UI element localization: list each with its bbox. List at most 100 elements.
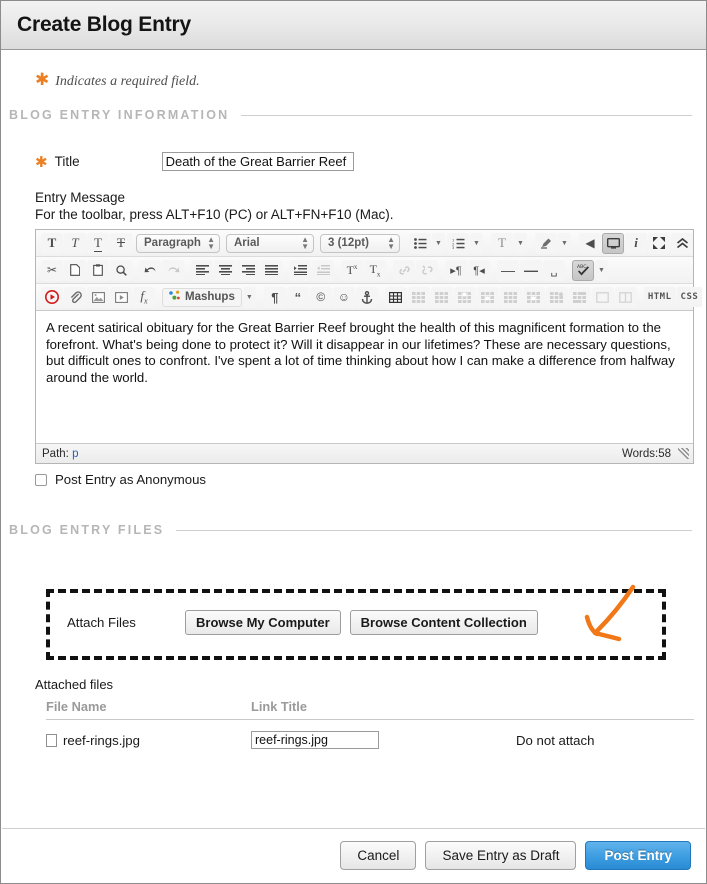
bold-icon[interactable]: T	[41, 232, 63, 254]
undo-icon[interactable]	[139, 259, 161, 281]
cut-icon[interactable]: ✂	[41, 259, 63, 281]
bulleted-list-icon[interactable]	[409, 232, 431, 254]
emoticon-icon[interactable]: ☺	[332, 286, 355, 308]
insert-image-icon[interactable]	[87, 286, 109, 308]
font-size-select[interactable]: 3 (12pt) ▲ ▼	[320, 233, 400, 253]
form-footer: Cancel Save Entry as Draft Post Entry	[2, 828, 705, 882]
save-draft-button[interactable]: Save Entry as Draft	[425, 841, 577, 870]
align-justify-icon[interactable]	[260, 259, 282, 281]
text-color-icon[interactable]: T	[491, 232, 513, 254]
chevron-down-icon[interactable]: ▼	[470, 232, 483, 254]
column-file-name: File Name	[46, 697, 251, 720]
font-family-select[interactable]: Arial ▲ ▼	[226, 233, 314, 253]
html-view-button[interactable]: HTML	[643, 287, 676, 307]
show-paragraph-marks-icon[interactable]: ¶	[263, 286, 286, 308]
section-label: BLOG ENTRY INFORMATION	[9, 108, 230, 122]
superscript-icon[interactable]: Tx	[341, 259, 363, 281]
required-note-text: Indicates a required field.	[55, 74, 200, 89]
file-name-cell: reef-rings.jpg	[46, 720, 251, 760]
table-cell-properties-icon	[430, 286, 453, 308]
subscript-icon[interactable]: Tx	[364, 259, 386, 281]
section-header-blog-entry-information: BLOG ENTRY INFORMATION	[9, 108, 692, 122]
copy-icon[interactable]	[64, 259, 86, 281]
redo-icon	[162, 259, 184, 281]
chevron-down-icon[interactable]: ▼	[514, 232, 527, 254]
chevron-down-icon[interactable]: ▼	[242, 286, 256, 308]
cancel-button[interactable]: Cancel	[340, 841, 417, 870]
editor-path: Path: p	[42, 448, 78, 460]
chevron-down-icon[interactable]: ▼	[595, 259, 608, 281]
table-header-row: File Name Link Title	[46, 697, 694, 720]
chevron-down-icon[interactable]: ▼	[432, 232, 445, 254]
paragraph-format-select[interactable]: Paragraph ▲ ▼	[136, 233, 220, 253]
delete-row-icon	[499, 286, 522, 308]
mashups-label: Mashups	[185, 291, 235, 303]
file-name-text: reef-rings.jpg	[63, 733, 140, 748]
mashups-button[interactable]: Mashups	[162, 287, 242, 307]
chevron-down-icon[interactable]: ▼	[558, 232, 571, 254]
browse-content-collection-button[interactable]: Browse Content Collection	[349, 610, 538, 635]
screen-icon[interactable]	[602, 232, 624, 254]
anchor-icon[interactable]	[355, 286, 378, 308]
link-title-input[interactable]	[251, 731, 379, 749]
collapse-toolbar-icon[interactable]	[671, 232, 693, 254]
section-divider	[241, 114, 692, 116]
insert-row-after-icon	[476, 286, 499, 308]
italic-icon[interactable]: T	[64, 232, 86, 254]
copyright-icon[interactable]: ©	[309, 286, 332, 308]
post-anonymous-checkbox[interactable]	[35, 473, 47, 486]
table-row: reef-rings.jpg Do not attach	[46, 720, 694, 760]
table-row-properties-icon	[407, 286, 430, 308]
editor-body[interactable]: A recent satirical obituary for the Grea…	[36, 311, 693, 443]
math-formula-icon[interactable]: fx	[133, 286, 155, 308]
entry-message-block: Entry Message For the toolbar, press ALT…	[35, 190, 706, 223]
underline-icon[interactable]: T	[87, 232, 109, 254]
insert-table-icon[interactable]	[384, 286, 407, 308]
attach-files-area: Attach Files Browse My Computer Browse C…	[1, 577, 706, 677]
align-center-icon[interactable]	[214, 259, 236, 281]
section-label: BLOG ENTRY FILES	[9, 523, 165, 537]
numbered-list-icon[interactable]: 123	[447, 232, 469, 254]
section-header-blog-entry-files: BLOG ENTRY FILES	[9, 523, 692, 537]
editor-toolbar-row-3: fx Mashups ▼ ¶ “ © ☺ HTML CSS	[36, 284, 703, 311]
preview-icon[interactable]: ◀	[579, 232, 601, 254]
insert-column-after-icon	[545, 286, 568, 308]
find-icon[interactable]	[110, 259, 132, 281]
ltr-direction-icon[interactable]: ▸¶	[445, 259, 467, 281]
resize-handle-icon[interactable]	[678, 448, 689, 459]
spellcheck-icon[interactable]: ABC	[572, 259, 594, 281]
indent-icon[interactable]	[289, 259, 311, 281]
blockquote-icon[interactable]: “	[286, 286, 309, 308]
browse-my-computer-button[interactable]: Browse My Computer	[185, 610, 341, 635]
fullscreen-icon[interactable]	[648, 232, 670, 254]
align-left-icon[interactable]	[191, 259, 213, 281]
horizontal-rule-icon[interactable]: —	[497, 259, 519, 281]
page-frame: Create Blog Entry ✱ Indicates a required…	[0, 0, 707, 884]
info-icon[interactable]: i	[625, 232, 647, 254]
spinner-icon: ▲ ▼	[387, 235, 395, 251]
insert-row-before-icon	[453, 286, 476, 308]
paste-icon[interactable]	[87, 259, 109, 281]
align-right-icon[interactable]	[237, 259, 259, 281]
video-record-icon[interactable]	[41, 286, 63, 308]
rtl-direction-icon[interactable]: ¶◂	[468, 259, 490, 281]
insert-video-icon[interactable]	[110, 286, 132, 308]
editor-status-bar: Path: p Words:58	[36, 443, 693, 463]
thick-rule-icon[interactable]: —	[520, 259, 542, 281]
css-view-button[interactable]: CSS	[676, 287, 703, 307]
paragraph-format-value: Paragraph	[144, 237, 201, 249]
post-anonymous-row[interactable]: Post Entry as Anonymous	[35, 472, 706, 487]
attach-file-icon[interactable]	[64, 286, 86, 308]
nonbreaking-space-icon[interactable]: ␣	[543, 259, 565, 281]
merge-cells-icon	[568, 286, 591, 308]
split-cell-icon	[614, 286, 637, 308]
toolbar-hint: For the toolbar, press ALT+F10 (PC) or A…	[35, 206, 394, 222]
path-value[interactable]: p	[72, 448, 78, 460]
font-size-value: 3 (12pt)	[328, 237, 369, 249]
highlight-color-icon[interactable]	[535, 232, 557, 254]
strikethrough-icon[interactable]: T	[110, 232, 132, 254]
do-not-attach-cell[interactable]: Do not attach	[516, 720, 694, 760]
post-entry-button[interactable]: Post Entry	[585, 841, 691, 870]
remove-link-icon	[416, 259, 438, 281]
title-input[interactable]	[161, 152, 354, 171]
